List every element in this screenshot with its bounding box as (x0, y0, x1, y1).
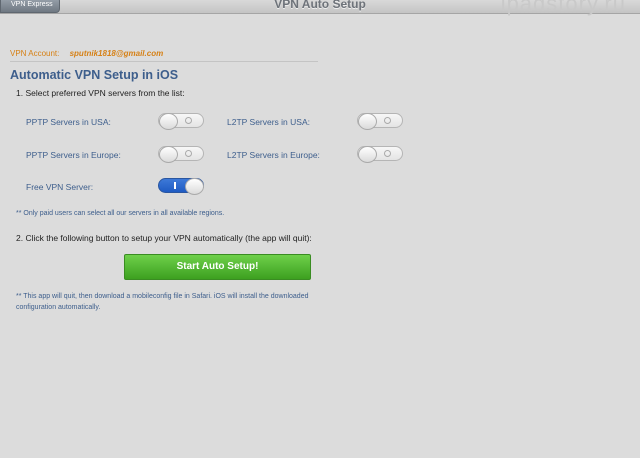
pptp-europe-switch[interactable] (158, 146, 204, 163)
vpn-account-email: sputnik1818@gmail.com (69, 49, 164, 58)
quit-note-line-2: configuration automatically. (16, 304, 101, 311)
paid-users-note: ** Only paid users can select all our se… (16, 210, 225, 217)
step-2-text: 2. Click the following button to setup y… (16, 233, 312, 243)
quit-note-line-1: ** This app will quit, then download a m… (16, 293, 309, 300)
free-server-label: Free VPN Server: (26, 182, 94, 192)
l2tp-usa-switch[interactable] (357, 113, 403, 130)
divider (10, 61, 318, 62)
start-auto-setup-button[interactable]: Start Auto Setup! (124, 254, 311, 280)
l2tp-europe-label: L2TP Servers in Europe: (227, 150, 320, 160)
step-1-text: 1. Select preferred VPN servers from the… (16, 88, 185, 98)
vpn-account-label: VPN Account: (10, 49, 60, 58)
pptp-usa-switch[interactable] (158, 113, 204, 130)
l2tp-europe-switch[interactable] (357, 146, 403, 163)
section-title: Automatic VPN Setup in iOS (10, 68, 179, 82)
free-server-switch[interactable] (158, 178, 204, 195)
watermark: ipadstory.ru (500, 0, 626, 16)
vpn-account: VPN Account: sputnik1818@gmail.com (10, 49, 163, 58)
navigation-bar: VPN Express VPN Auto Setup ipadstory.ru (0, 0, 640, 16)
quit-note: ** This app will quit, then download a m… (16, 291, 308, 313)
pptp-europe-label: PPTP Servers in Europe: (26, 150, 121, 160)
pptp-usa-label: PPTP Servers in USA: (26, 117, 111, 127)
l2tp-usa-label: L2TP Servers in USA: (227, 117, 310, 127)
